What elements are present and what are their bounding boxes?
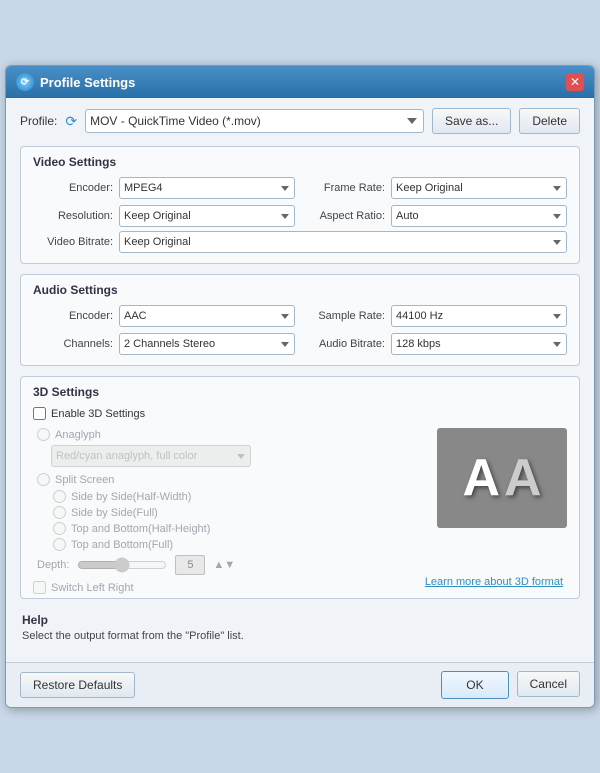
profile-label: Profile: — [20, 114, 57, 128]
depth-value: 5 — [175, 555, 205, 575]
enable-3d-checkbox[interactable] — [33, 407, 46, 420]
encoder-row: Encoder: MPEG4 — [33, 177, 295, 199]
preview-letter-right: A — [504, 452, 542, 504]
switch-row: Switch Left Right — [33, 581, 427, 594]
channels-row: Channels: 2 Channels Stereo — [33, 333, 295, 355]
switch-left-right-checkbox[interactable] — [33, 581, 46, 594]
video-bitrate-select[interactable]: Keep Original — [119, 231, 567, 253]
aspect-ratio-label: Aspect Ratio: — [305, 210, 385, 222]
audio-encoder-label: Encoder: — [33, 310, 113, 322]
side-by-side-half-radio[interactable] — [53, 490, 66, 503]
audio-settings-title: Audio Settings — [33, 283, 567, 297]
frame-rate-select[interactable]: Keep Original — [391, 177, 567, 199]
audio-encoder-row: Encoder: AAC — [33, 305, 295, 327]
three-d-preview: A A — [437, 428, 567, 528]
preview-letter-left: A — [462, 452, 500, 504]
save-as-button[interactable]: Save as... — [432, 108, 511, 134]
resolution-row: Resolution: Keep Original — [33, 205, 295, 227]
video-bitrate-label: Video Bitrate: — [33, 236, 113, 248]
help-title: Help — [22, 613, 578, 627]
close-button[interactable]: ✕ — [566, 73, 584, 91]
bottom-right-buttons: OK Cancel — [441, 671, 580, 699]
anaglyph-row: Anaglyph — [33, 428, 427, 441]
depth-label: Depth: — [37, 559, 69, 571]
top-bottom-half-label: Top and Bottom(Half-Height) — [71, 523, 210, 535]
split-screen-row: Split Screen — [33, 473, 427, 486]
resolution-label: Resolution: — [33, 210, 113, 222]
video-settings-title: Video Settings — [33, 155, 567, 169]
dialog-title: Profile Settings — [40, 75, 135, 90]
aspect-ratio-row: Aspect Ratio: Auto — [305, 205, 567, 227]
depth-row: Depth: 5 ▲▼ — [33, 555, 427, 575]
help-text: Select the output format from the "Profi… — [22, 630, 578, 642]
profile-settings-dialog: ⟳ Profile Settings ✕ Profile: ⟳ MOV - Qu… — [5, 65, 595, 708]
channels-label: Channels: — [33, 338, 113, 350]
side-by-side-half-label: Side by Side(Half-Width) — [71, 491, 191, 503]
side-by-side-full-radio[interactable] — [53, 506, 66, 519]
split-screen-radio[interactable] — [37, 473, 50, 486]
aspect-ratio-select[interactable]: Auto — [391, 205, 567, 227]
depth-slider[interactable] — [77, 558, 167, 572]
sample-rate-select[interactable]: 44100 Hz — [391, 305, 567, 327]
sample-rate-label: Sample Rate: — [305, 310, 385, 322]
resolution-select[interactable]: Keep Original — [119, 205, 295, 227]
three-d-content: Anaglyph Red/cyan anaglyph, full color S… — [33, 428, 567, 594]
enable-3d-row: Enable 3D Settings — [33, 407, 567, 420]
title-bar-left: ⟳ Profile Settings — [16, 73, 135, 91]
depth-spinner-icon: ▲▼ — [213, 559, 235, 571]
video-bitrate-row: Video Bitrate: Keep Original — [33, 231, 567, 253]
channels-select[interactable]: 2 Channels Stereo — [119, 333, 295, 355]
switch-left-right-label: Switch Left Right — [51, 582, 134, 594]
audio-settings-grid: Encoder: AAC Sample Rate: 44100 Hz Chann… — [33, 305, 567, 355]
audio-bitrate-label: Audio Bitrate: — [305, 338, 385, 350]
help-section: Help Select the output format from the "… — [20, 609, 580, 646]
side-by-side-full-label: Side by Side(Full) — [71, 507, 158, 519]
three-d-title: 3D Settings — [33, 385, 567, 399]
side-by-side-half-row: Side by Side(Half-Width) — [33, 490, 427, 503]
side-by-side-full-row: Side by Side(Full) — [33, 506, 427, 519]
bottom-bar: Restore Defaults OK Cancel — [6, 662, 594, 707]
delete-button[interactable]: Delete — [519, 108, 580, 134]
dialog-content: Profile: ⟳ MOV - QuickTime Video (*.mov)… — [6, 98, 594, 662]
cancel-button[interactable]: Cancel — [517, 671, 580, 697]
three-d-settings-section: 3D Settings Enable 3D Settings Anaglyph … — [20, 376, 580, 599]
video-settings-section: Video Settings Encoder: MPEG4 Frame Rate… — [20, 146, 580, 264]
profile-row: Profile: ⟳ MOV - QuickTime Video (*.mov)… — [20, 108, 580, 134]
top-bottom-half-radio[interactable] — [53, 522, 66, 535]
frame-rate-row: Frame Rate: Keep Original — [305, 177, 567, 199]
title-bar: ⟳ Profile Settings ✕ — [6, 66, 594, 98]
three-d-left: Anaglyph Red/cyan anaglyph, full color S… — [33, 428, 427, 594]
top-bottom-full-radio[interactable] — [53, 538, 66, 551]
profile-select[interactable]: MOV - QuickTime Video (*.mov) — [85, 109, 424, 133]
anaglyph-label: Anaglyph — [55, 429, 101, 441]
sample-rate-row: Sample Rate: 44100 Hz — [305, 305, 567, 327]
restore-defaults-button[interactable]: Restore Defaults — [20, 672, 135, 698]
audio-settings-section: Audio Settings Encoder: AAC Sample Rate:… — [20, 274, 580, 366]
encoder-select[interactable]: MPEG4 — [119, 177, 295, 199]
app-icon: ⟳ — [16, 73, 34, 91]
profile-icon: ⟳ — [65, 113, 77, 130]
top-bottom-full-row: Top and Bottom(Full) — [33, 538, 427, 551]
frame-rate-label: Frame Rate: — [305, 182, 385, 194]
encoder-label: Encoder: — [33, 182, 113, 194]
anaglyph-radio[interactable] — [37, 428, 50, 441]
anaglyph-select[interactable]: Red/cyan anaglyph, full color — [51, 445, 251, 467]
video-settings-grid: Encoder: MPEG4 Frame Rate: Keep Original… — [33, 177, 567, 227]
audio-bitrate-select[interactable]: 128 kbps — [391, 333, 567, 355]
split-screen-label: Split Screen — [55, 474, 114, 486]
ok-button[interactable]: OK — [441, 671, 508, 699]
audio-encoder-select[interactable]: AAC — [119, 305, 295, 327]
top-bottom-half-row: Top and Bottom(Half-Height) — [33, 522, 427, 535]
top-bottom-full-label: Top and Bottom(Full) — [71, 539, 173, 551]
audio-bitrate-row: Audio Bitrate: 128 kbps — [305, 333, 567, 355]
enable-3d-label[interactable]: Enable 3D Settings — [51, 408, 145, 420]
